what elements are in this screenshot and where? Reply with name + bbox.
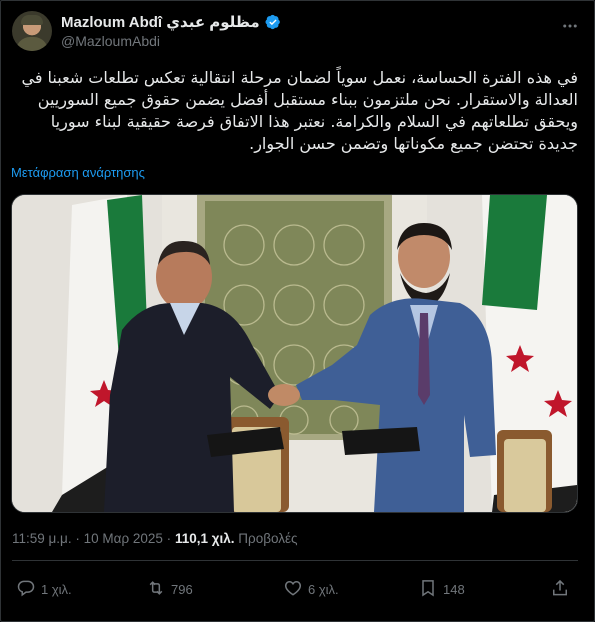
views-count: 110,1 χιλ. — [174, 531, 235, 546]
divider — [12, 560, 578, 561]
reply-count: 1 χιλ. — [41, 581, 72, 597]
meta-separator: · — [75, 531, 80, 546]
avatar-cap — [21, 15, 43, 25]
bookmark-icon — [418, 578, 438, 601]
author-handle[interactable]: @MazloumAbdi — [61, 33, 160, 49]
reply-icon — [16, 578, 36, 601]
share-button[interactable] — [550, 576, 570, 602]
meta-separator: · — [166, 531, 172, 546]
avatar[interactable] — [12, 11, 52, 51]
repost-icon — [146, 578, 166, 601]
like-button[interactable]: 6 χιλ. — [283, 576, 339, 602]
author-name-row[interactable]: Mazloum Abdî مظلوم عبدي — [61, 12, 281, 32]
more-options-icon[interactable] — [560, 16, 580, 36]
bookmark-count: 148 — [443, 581, 465, 597]
reply-button[interactable]: 1 χιλ. — [16, 576, 72, 602]
author-display-name[interactable]: Mazloum Abdî مظلوم عبدي — [61, 13, 260, 31]
post-date[interactable]: 10 Μαρ 2025 — [84, 531, 163, 546]
avatar-uniform — [16, 37, 48, 51]
heart-icon — [283, 578, 303, 601]
views-label: Προβολές — [238, 531, 298, 546]
tweet-text: في هذه الفترة الحساسة، نعمل سوياً لضمان … — [21, 68, 578, 153]
translate-post-link[interactable]: Μετάφραση ανάρτησης — [11, 165, 145, 180]
post-time[interactable]: 11:59 μ.μ. — [12, 531, 72, 546]
action-bar: 1 χιλ. 796 6 χιλ. 148 — [12, 576, 578, 602]
repost-count: 796 — [171, 581, 193, 597]
bookmark-button[interactable]: 148 — [418, 576, 465, 602]
repost-button[interactable]: 796 — [146, 576, 193, 602]
share-icon — [550, 578, 570, 601]
post-meta-row: 11:59 μ.μ. · 10 Μαρ 2025 · 110,1 χιλ. Πρ… — [12, 531, 298, 546]
verified-badge-icon[interactable] — [265, 14, 281, 30]
like-count: 6 χιλ. — [308, 581, 339, 597]
photo-illustration — [12, 195, 577, 512]
tweet-photo[interactable] — [11, 194, 578, 513]
